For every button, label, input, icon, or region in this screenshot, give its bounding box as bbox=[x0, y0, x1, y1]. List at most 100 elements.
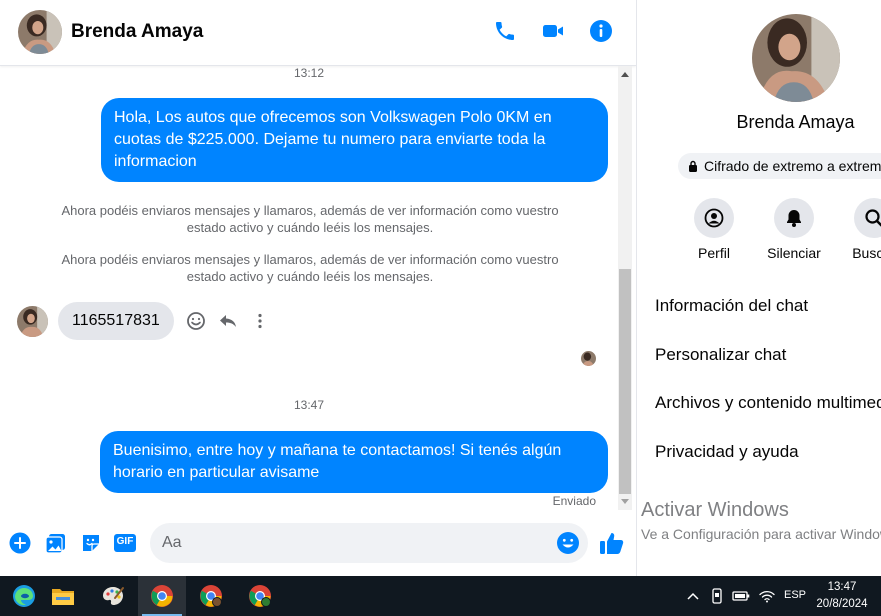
video-call-button[interactable] bbox=[540, 18, 566, 44]
sender-avatar[interactable] bbox=[17, 305, 48, 337]
search-action-label: Buscar bbox=[852, 245, 881, 261]
chrome-icon bbox=[200, 585, 222, 607]
encryption-badge: Cifrado de extremo a extremo bbox=[678, 153, 881, 179]
timestamp: 13:47 bbox=[293, 398, 325, 412]
tray-wifi[interactable] bbox=[757, 576, 777, 616]
menu-media-files[interactable]: Archivos y contenido multimedia bbox=[655, 379, 881, 428]
message-scrollbar[interactable] bbox=[618, 66, 632, 510]
scroll-thumb[interactable] bbox=[619, 269, 631, 494]
watermark-title: Activar Windows bbox=[641, 499, 789, 521]
reply-button[interactable] bbox=[216, 309, 240, 333]
search-action[interactable]: Buscar bbox=[852, 198, 881, 261]
menu-chat-info[interactable]: Información del chat bbox=[655, 282, 881, 331]
menu-privacy-help[interactable]: Privacidad y ayuda bbox=[655, 428, 881, 477]
search-action-circle bbox=[854, 198, 881, 238]
tray-device[interactable] bbox=[707, 576, 727, 616]
emoji-button[interactable] bbox=[556, 531, 580, 555]
reply-icon bbox=[219, 315, 236, 327]
timestamp: 13:12 bbox=[293, 66, 325, 80]
taskbar-chrome-active[interactable] bbox=[138, 576, 186, 616]
search-icon bbox=[865, 209, 881, 227]
profile-action[interactable]: Perfil bbox=[693, 198, 735, 261]
avatar-photo bbox=[17, 305, 48, 337]
more-button[interactable] bbox=[248, 309, 272, 333]
edge-icon bbox=[13, 585, 35, 607]
activation-watermark: Activar Windows Ve a Configuración para … bbox=[641, 498, 881, 544]
paint-palette-icon bbox=[103, 587, 124, 605]
outgoing-message[interactable]: Buenisimo, entre hoy y mañana te contact… bbox=[100, 431, 608, 493]
phone-icon bbox=[496, 22, 514, 40]
react-button[interactable] bbox=[184, 309, 208, 333]
battery-icon bbox=[732, 591, 750, 601]
chevron-up-icon bbox=[687, 592, 699, 600]
info-button[interactable] bbox=[588, 18, 614, 44]
message-actions bbox=[184, 309, 272, 333]
photo-gallery-icon bbox=[45, 534, 65, 554]
message-list: 13:12 Hola, Los autos que ofrecemos son … bbox=[0, 66, 618, 510]
panel-contact-avatar[interactable] bbox=[752, 14, 840, 102]
watermark-subtitle: Ve a Configuración para activar Windows. bbox=[641, 526, 881, 542]
video-icon bbox=[543, 25, 563, 37]
panel-contact-name: Brenda Amaya bbox=[736, 112, 855, 132]
menu-customize-chat[interactable]: Personalizar chat bbox=[655, 331, 881, 380]
like-button[interactable] bbox=[598, 529, 626, 557]
gif-label: GIF bbox=[116, 536, 134, 547]
sticker-icon bbox=[83, 535, 99, 551]
taskbar-chrome-profile-2[interactable] bbox=[236, 576, 284, 616]
chat-header: Brenda Amaya bbox=[0, 0, 636, 66]
outgoing-message[interactable]: Hola, Los autos que ofrecemos son Volksw… bbox=[101, 98, 608, 182]
mute-action-label: Silenciar bbox=[767, 245, 821, 261]
conversation-details-panel: Brenda Amaya Cifrado de extremo a extrem… bbox=[636, 0, 881, 576]
taskbar-chrome-profile-1[interactable] bbox=[187, 576, 235, 616]
mute-action[interactable]: Silenciar bbox=[767, 198, 821, 261]
chrome-icon bbox=[249, 585, 271, 607]
lock-icon bbox=[689, 160, 697, 172]
wifi-icon bbox=[759, 590, 775, 603]
incoming-message-row: 1165517831 bbox=[17, 302, 272, 340]
tray-battery[interactable] bbox=[730, 576, 752, 616]
incoming-message[interactable]: 1165517831 bbox=[58, 302, 174, 340]
avatar-photo bbox=[581, 351, 596, 366]
message-input[interactable] bbox=[162, 523, 552, 563]
taskbar-file-explorer[interactable] bbox=[39, 576, 87, 616]
tray-clock[interactable]: 13:47 20/8/2024 bbox=[812, 579, 872, 613]
avatar-photo bbox=[18, 10, 62, 54]
panel-quick-actions: Perfil Silenciar Buscar bbox=[693, 198, 881, 261]
mute-action-circle bbox=[774, 198, 814, 238]
scroll-up-arrow-icon[interactable] bbox=[618, 69, 632, 79]
call-button[interactable] bbox=[492, 18, 518, 44]
profile-action-circle bbox=[694, 198, 734, 238]
clock-time: 13:47 bbox=[827, 581, 857, 593]
message-composer: GIF bbox=[0, 518, 636, 568]
profile-icon bbox=[704, 208, 724, 228]
profile-action-label: Perfil bbox=[698, 245, 730, 261]
sticker-button[interactable] bbox=[79, 531, 103, 555]
emoji-icon bbox=[557, 532, 579, 554]
system-message: Ahora podéis enviaros mensajes y llamaro… bbox=[61, 252, 559, 284]
smiley-icon bbox=[186, 312, 205, 330]
folder-icon bbox=[52, 589, 74, 605]
taskbar-paint[interactable] bbox=[89, 576, 137, 616]
chat-window: Brenda Amaya 13:12 Hola, Los autos que o… bbox=[0, 0, 636, 576]
scroll-down-arrow-icon[interactable] bbox=[618, 497, 632, 507]
message-input-container bbox=[150, 523, 588, 563]
header-actions bbox=[492, 18, 614, 44]
usb-device-icon bbox=[712, 588, 722, 604]
encryption-label: Cifrado de extremo a extremo bbox=[704, 158, 881, 174]
bell-icon bbox=[787, 210, 801, 227]
gif-button[interactable]: GIF bbox=[113, 531, 137, 555]
plus-circle-icon bbox=[9, 532, 31, 554]
tray-language[interactable]: ESP bbox=[784, 589, 806, 601]
thumbs-up-icon bbox=[600, 533, 624, 554]
delivery-status: Enviado bbox=[552, 494, 596, 508]
show-hidden-icons[interactable] bbox=[684, 576, 702, 616]
contact-avatar[interactable] bbox=[18, 10, 62, 54]
more-vertical-icon bbox=[258, 313, 262, 329]
clock-date: 20/8/2024 bbox=[816, 598, 868, 610]
info-icon bbox=[590, 20, 612, 42]
contact-name[interactable]: Brenda Amaya bbox=[71, 21, 203, 43]
panel-menu: Información del chat Personalizar chat A… bbox=[655, 282, 881, 476]
more-actions-button[interactable] bbox=[8, 531, 32, 555]
attach-photo-button[interactable] bbox=[44, 531, 68, 555]
chrome-icon bbox=[151, 585, 173, 607]
